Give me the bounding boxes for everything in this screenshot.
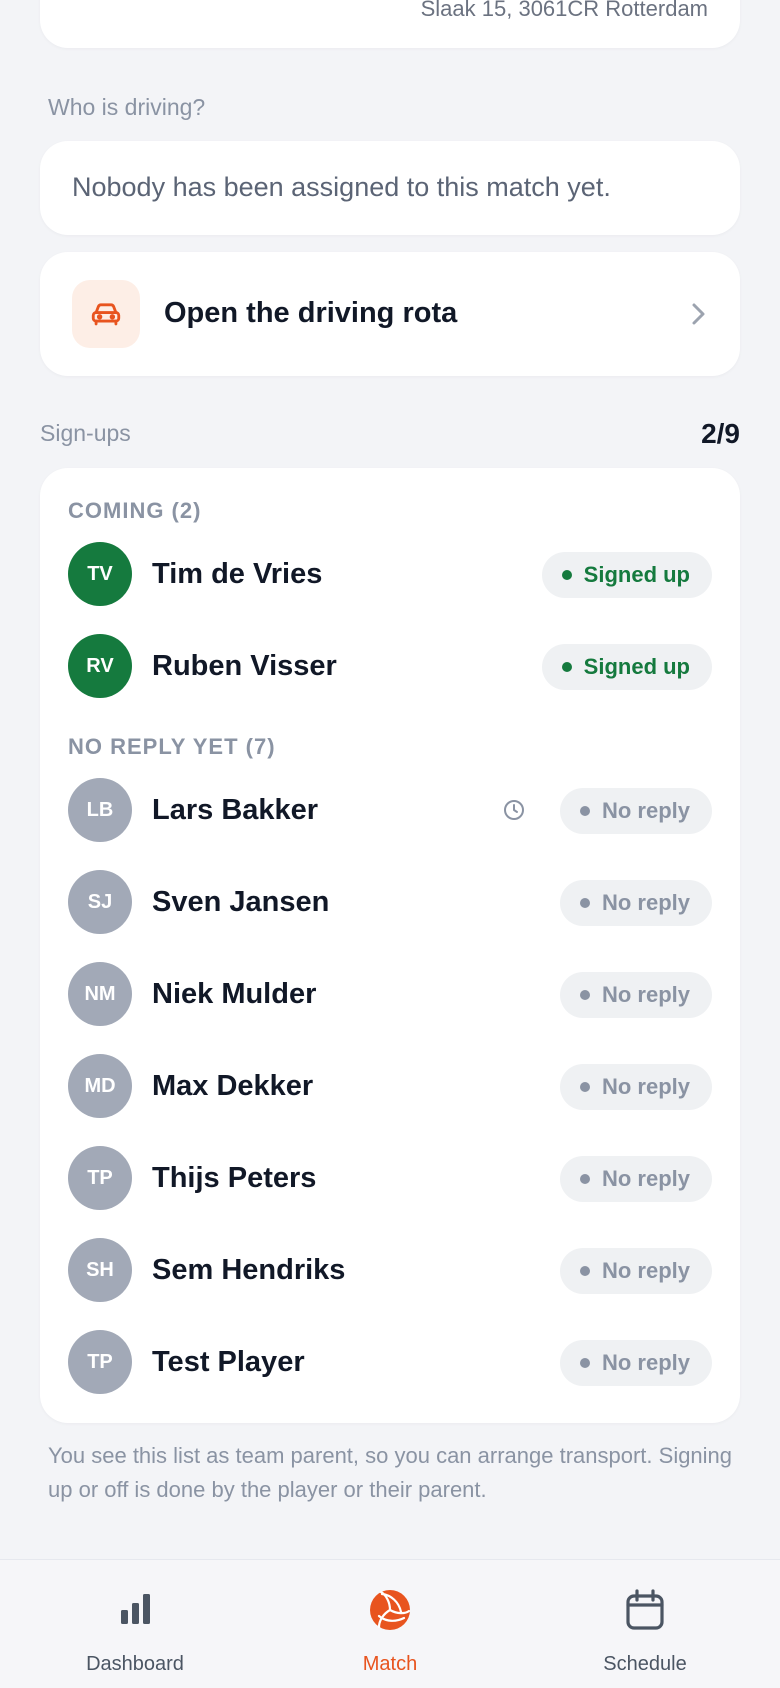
player-row[interactable]: RV Ruben Visser Signed up bbox=[40, 620, 740, 712]
avatar: MD bbox=[68, 1054, 132, 1118]
player-name: Test Player bbox=[152, 1346, 305, 1378]
driving-rota-label: Open the driving rota bbox=[164, 297, 458, 329]
status-dot bbox=[579, 1266, 590, 1276]
player-row[interactable]: LB Lars Bakker No reply bbox=[40, 764, 740, 856]
status-label: Signed up bbox=[583, 654, 690, 679]
tab-dashboard[interactable]: Dashboard bbox=[5, 1560, 265, 1688]
driving-empty-card: Nobody has been assigned to this match y… bbox=[40, 141, 740, 235]
player-row[interactable]: TV Tim de Vries Signed up bbox=[40, 528, 740, 620]
status-label: No reply bbox=[601, 1350, 690, 1375]
tab-label: Schedule bbox=[603, 1653, 687, 1675]
volleyball-icon bbox=[370, 1590, 411, 1630]
player-name: Ruben Visser bbox=[152, 650, 337, 682]
tab-label: Match bbox=[362, 1653, 418, 1675]
status-label: No reply bbox=[601, 982, 690, 1007]
status-dot bbox=[579, 1082, 590, 1092]
signups-section-label: Sign-ups bbox=[40, 420, 131, 446]
driving-empty-text: Nobody has been assigned to this match y… bbox=[72, 172, 611, 202]
player-name: Max Dekker bbox=[152, 1070, 314, 1102]
avatar: RV bbox=[68, 634, 132, 698]
status-badge: No reply bbox=[559, 1340, 712, 1386]
status-dot bbox=[561, 662, 572, 672]
status-badge: Signed up bbox=[541, 552, 712, 598]
status-label: No reply bbox=[601, 890, 690, 915]
avatar: SJ bbox=[68, 870, 132, 934]
status-dot bbox=[579, 1174, 590, 1184]
clock-icon bbox=[504, 800, 524, 820]
no-reply-group-title: NO REPLY YET (7) bbox=[68, 734, 276, 759]
status-dot bbox=[579, 990, 590, 1000]
player-row[interactable]: TP Thijs Peters No reply bbox=[40, 1132, 740, 1224]
status-label: No reply bbox=[601, 1166, 690, 1191]
status-label: No reply bbox=[601, 798, 690, 823]
status-dot bbox=[579, 806, 590, 816]
calendar-icon bbox=[626, 1589, 664, 1630]
avatar: SH bbox=[68, 1238, 132, 1302]
avatar: LB bbox=[68, 778, 132, 842]
open-driving-rota-button[interactable]: Open the driving rota bbox=[40, 252, 740, 376]
tab-label: Dashboard bbox=[86, 1653, 184, 1675]
status-dot bbox=[579, 1358, 590, 1368]
driving-section-label: Who is driving? bbox=[48, 94, 206, 120]
match-address: Slaak 15, 3061CR Rotterdam bbox=[420, 0, 708, 21]
player-name: Thijs Peters bbox=[152, 1162, 317, 1194]
player-name: Sven Jansen bbox=[152, 886, 330, 918]
car-icon bbox=[72, 280, 140, 348]
status-label: Signed up bbox=[583, 562, 690, 587]
player-name: Sem Hendriks bbox=[152, 1254, 346, 1286]
status-badge: No reply bbox=[559, 1156, 712, 1202]
status-dot bbox=[561, 570, 572, 580]
status-badge: No reply bbox=[559, 880, 712, 926]
player-row[interactable]: NM Niek Mulder No reply bbox=[40, 948, 740, 1040]
avatar: NM bbox=[68, 962, 132, 1026]
bar-chart-icon bbox=[121, 1594, 150, 1624]
signups-list: COMING (2) TV Tim de Vries Signed up RV … bbox=[40, 468, 740, 1423]
chevron-right-icon bbox=[692, 303, 705, 325]
player-row[interactable]: MD Max Dekker No reply bbox=[40, 1040, 740, 1132]
status-badge: No reply bbox=[559, 1064, 712, 1110]
status-label: No reply bbox=[601, 1074, 690, 1099]
player-name: Lars Bakker bbox=[152, 794, 319, 826]
bottom-tab-bar: Dashboard Match Schedule bbox=[0, 1559, 780, 1688]
player-row[interactable]: SH Sem Hendriks No reply bbox=[40, 1224, 740, 1316]
status-badge: No reply bbox=[559, 788, 712, 834]
tab-match[interactable]: Match bbox=[260, 1560, 520, 1688]
status-label: No reply bbox=[601, 1258, 690, 1283]
status-badge: No reply bbox=[559, 1248, 712, 1294]
player-name: Tim de Vries bbox=[152, 558, 323, 590]
match-location-card: Slaak 15, 3061CR Rotterdam bbox=[40, 0, 740, 48]
status-badge: Signed up bbox=[541, 644, 712, 690]
team-parent-note: You see this list as team parent, so you… bbox=[48, 1443, 733, 1502]
status-dot bbox=[579, 898, 590, 908]
player-row[interactable]: TP Test Player No reply bbox=[40, 1316, 740, 1408]
signups-count: 2/9 bbox=[701, 418, 740, 449]
avatar: TP bbox=[68, 1146, 132, 1210]
avatar: TP bbox=[68, 1330, 132, 1394]
coming-group-title: COMING (2) bbox=[68, 498, 202, 523]
status-badge: No reply bbox=[559, 972, 712, 1018]
tab-schedule[interactable]: Schedule bbox=[515, 1560, 775, 1688]
avatar: TV bbox=[68, 542, 132, 606]
player-name: Niek Mulder bbox=[152, 978, 317, 1010]
player-row[interactable]: SJ Sven Jansen No reply bbox=[40, 856, 740, 948]
